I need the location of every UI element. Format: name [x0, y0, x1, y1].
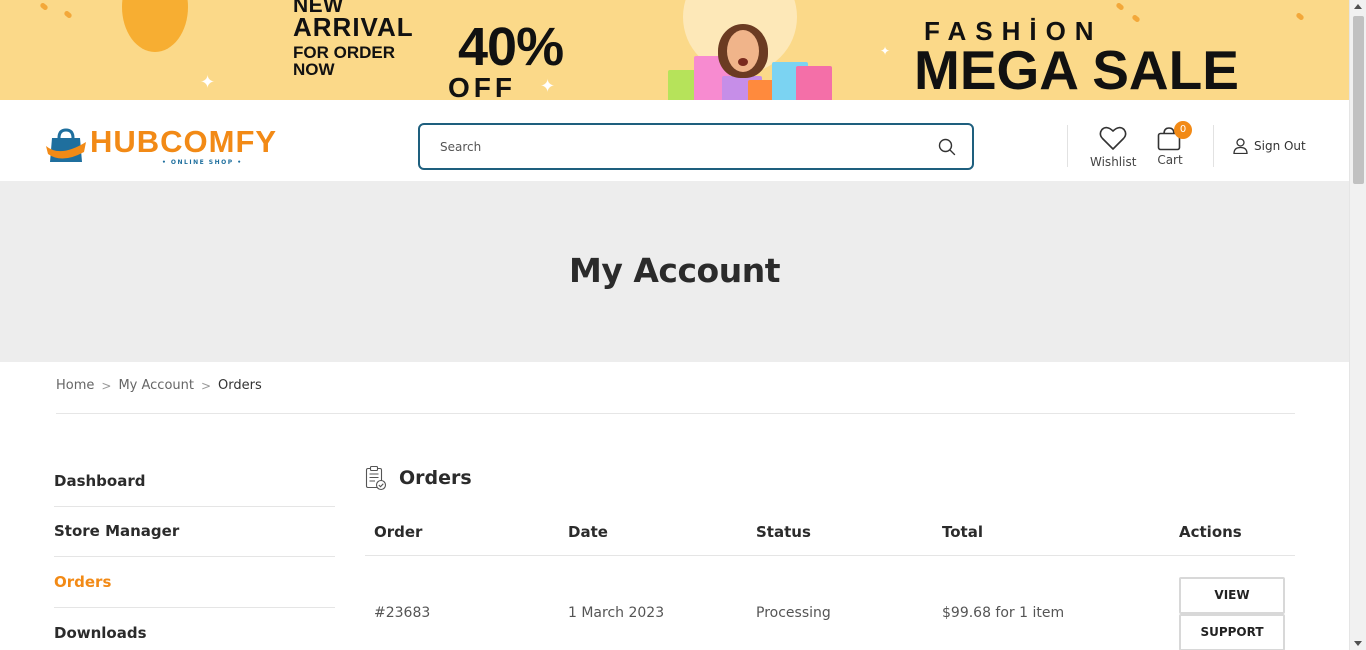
cart-label: Cart [1157, 153, 1183, 167]
orders-heading: Orders [365, 465, 472, 491]
user-icon [1233, 138, 1248, 154]
banner-decor-circle [122, 0, 188, 52]
search-input[interactable] [440, 138, 920, 156]
section-divider [56, 413, 1295, 414]
order-total: $99.68 for 1 item [942, 605, 1065, 621]
banner-off-text: OFF [448, 72, 516, 100]
model-mouth [738, 58, 748, 66]
sidebar-item-dashboard[interactable]: Dashboard [54, 456, 335, 507]
banner-decor-dot [1131, 14, 1141, 23]
sidebar-item-downloads[interactable]: Downloads [54, 608, 335, 650]
shopping-bag-logo-icon [46, 128, 86, 162]
clipboard-check-icon [365, 465, 387, 491]
breadcrumb-separator: > [200, 378, 212, 393]
cart-count-badge: 0 [1174, 121, 1192, 139]
order-date: 1 March 2023 [568, 605, 665, 621]
header-divider [1213, 125, 1214, 167]
logo-name: HUBCOMFY [90, 124, 278, 159]
banner-decor-dot [1115, 2, 1125, 11]
page-title: My Account [569, 251, 780, 290]
column-header-date: Date [568, 523, 608, 541]
scroll-up-arrow-icon[interactable] [1354, 4, 1362, 9]
banner-decor-dot [39, 2, 49, 11]
promo-banner[interactable]: ✦ ✦ ✦ NEW ARRIVAL FOR ORDER NOW 40% OFF … [0, 0, 1349, 100]
sidebar-item-orders[interactable]: Orders [54, 557, 335, 608]
account-sidebar: Dashboard Store Manager Orders Downloads [54, 456, 335, 650]
page-hero: My Account [0, 181, 1349, 362]
logo-tagline: • ONLINE SHOP • [162, 159, 243, 166]
sign-out-label: Sign Out [1254, 139, 1306, 153]
breadcrumb-my-account[interactable]: My Account [118, 378, 194, 393]
banner-now-text: NOW [293, 60, 335, 79]
site-logo[interactable]: HUBCOMFY • ONLINE SHOP • [46, 124, 296, 170]
breadcrumb-home[interactable]: Home [56, 378, 94, 393]
breadcrumb: Home > My Account > Orders [56, 378, 262, 393]
search-icon[interactable] [938, 138, 956, 156]
wishlist-link[interactable]: Wishlist [1090, 125, 1136, 169]
banner-arrival-text: ARRIVAL [293, 12, 414, 42]
heart-icon [1099, 126, 1127, 150]
sparkle-icon: ✦ [540, 76, 556, 97]
orders-title: Orders [399, 467, 472, 489]
support-button[interactable]: SUPPORT [1179, 614, 1285, 650]
banner-model-image [664, 24, 834, 100]
sign-out-link[interactable]: Sign Out [1233, 138, 1306, 154]
sparkle-icon: ✦ [880, 44, 891, 58]
column-header-total: Total [942, 523, 983, 541]
sidebar-item-store-manager[interactable]: Store Manager [54, 507, 335, 557]
site-header: HUBCOMFY • ONLINE SHOP • Wishlist 0 Cart [0, 100, 1349, 181]
breadcrumb-separator: > [101, 378, 112, 393]
search-box[interactable] [418, 123, 974, 170]
cart-link[interactable]: 0 Cart [1152, 121, 1192, 167]
banner-mega-sale-text: MEGA SALE [914, 39, 1239, 100]
header-divider [1067, 125, 1068, 167]
breadcrumb-orders: Orders [218, 378, 262, 393]
column-header-actions: Actions [1179, 523, 1242, 541]
wishlist-label: Wishlist [1090, 155, 1137, 169]
scroll-down-arrow-icon[interactable] [1354, 641, 1362, 646]
column-header-status: Status [756, 523, 811, 541]
view-order-button[interactable]: VIEW [1179, 577, 1285, 614]
column-header-order: Order [374, 523, 423, 541]
orders-table-header: Order Date Status Total Actions [365, 510, 1295, 556]
scrollbar-thumb[interactable] [1353, 16, 1364, 184]
order-number[interactable]: #23683 [374, 605, 430, 621]
sparkle-icon: ✦ [200, 72, 216, 93]
banner-decor-dot [1295, 12, 1305, 21]
page-scrollbar[interactable] [1349, 0, 1366, 650]
banner-discount: 40% [458, 17, 564, 77]
order-status: Processing [756, 605, 831, 621]
banner-decor-dot [63, 10, 73, 19]
